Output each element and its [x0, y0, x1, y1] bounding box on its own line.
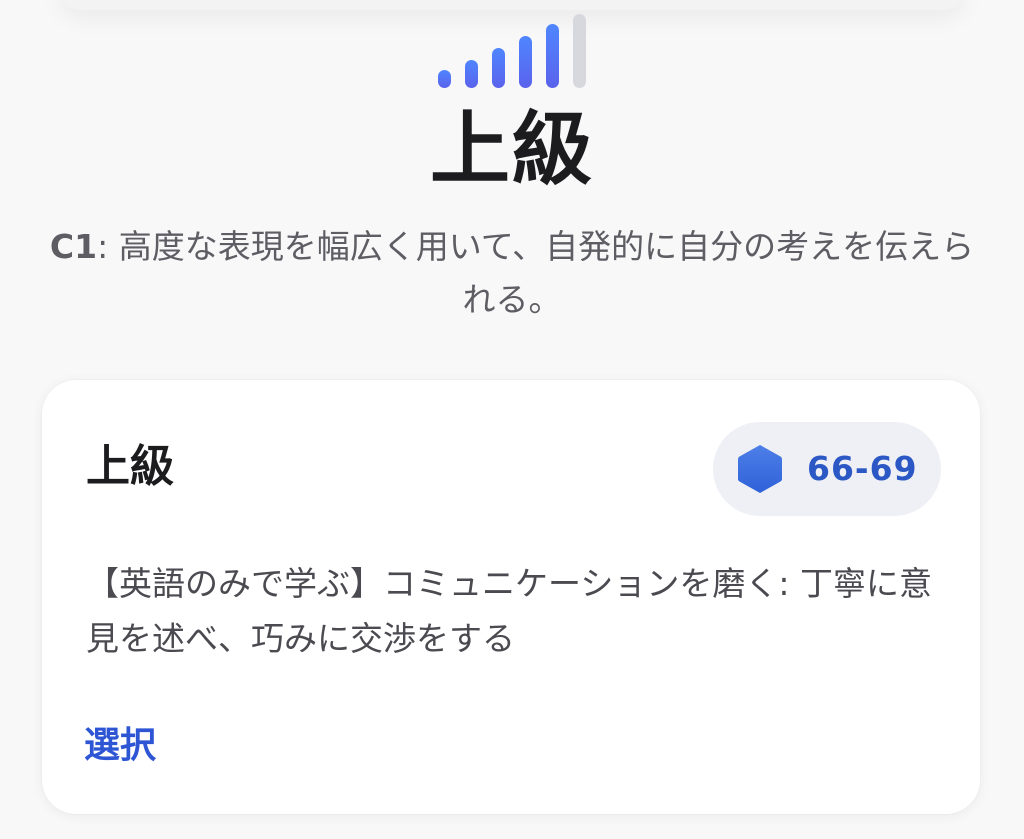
course-description: 【英語のみで学ぶ】コミュニケーションを磨く: 丁寧に意見を述べ、巧みに交渉をする — [86, 564, 932, 658]
level-description-text: : 高度な表現を幅広く用いて、自発的に自分の考えを伝えられる。 — [97, 227, 975, 319]
level-description: C1: 高度な表現を幅広く用いて、自発的に自分の考えを伝えられる。 — [40, 220, 984, 326]
level-detail-screen: 上級 C1: 高度な表現を幅広く用いて、自発的に自分の考えを伝えられる。 上級 … — [0, 0, 1024, 839]
level-title: 上級 — [430, 103, 594, 196]
course-card[interactable]: 上級 66-69 【英語のみで学ぶ】コミュニケーションを磨く: 丁寧に意見を述べ… — [42, 380, 980, 814]
top-sheet-edge — [60, 0, 964, 10]
signal-bars-icon — [438, 14, 588, 88]
select-button[interactable]: 選択 — [84, 724, 156, 768]
score-badge: 66-69 — [713, 422, 941, 516]
course-title: 上級 — [86, 441, 174, 492]
score-range: 66-69 — [807, 449, 918, 488]
level-code: C1 — [49, 227, 98, 266]
hexagon-icon — [738, 445, 782, 493]
